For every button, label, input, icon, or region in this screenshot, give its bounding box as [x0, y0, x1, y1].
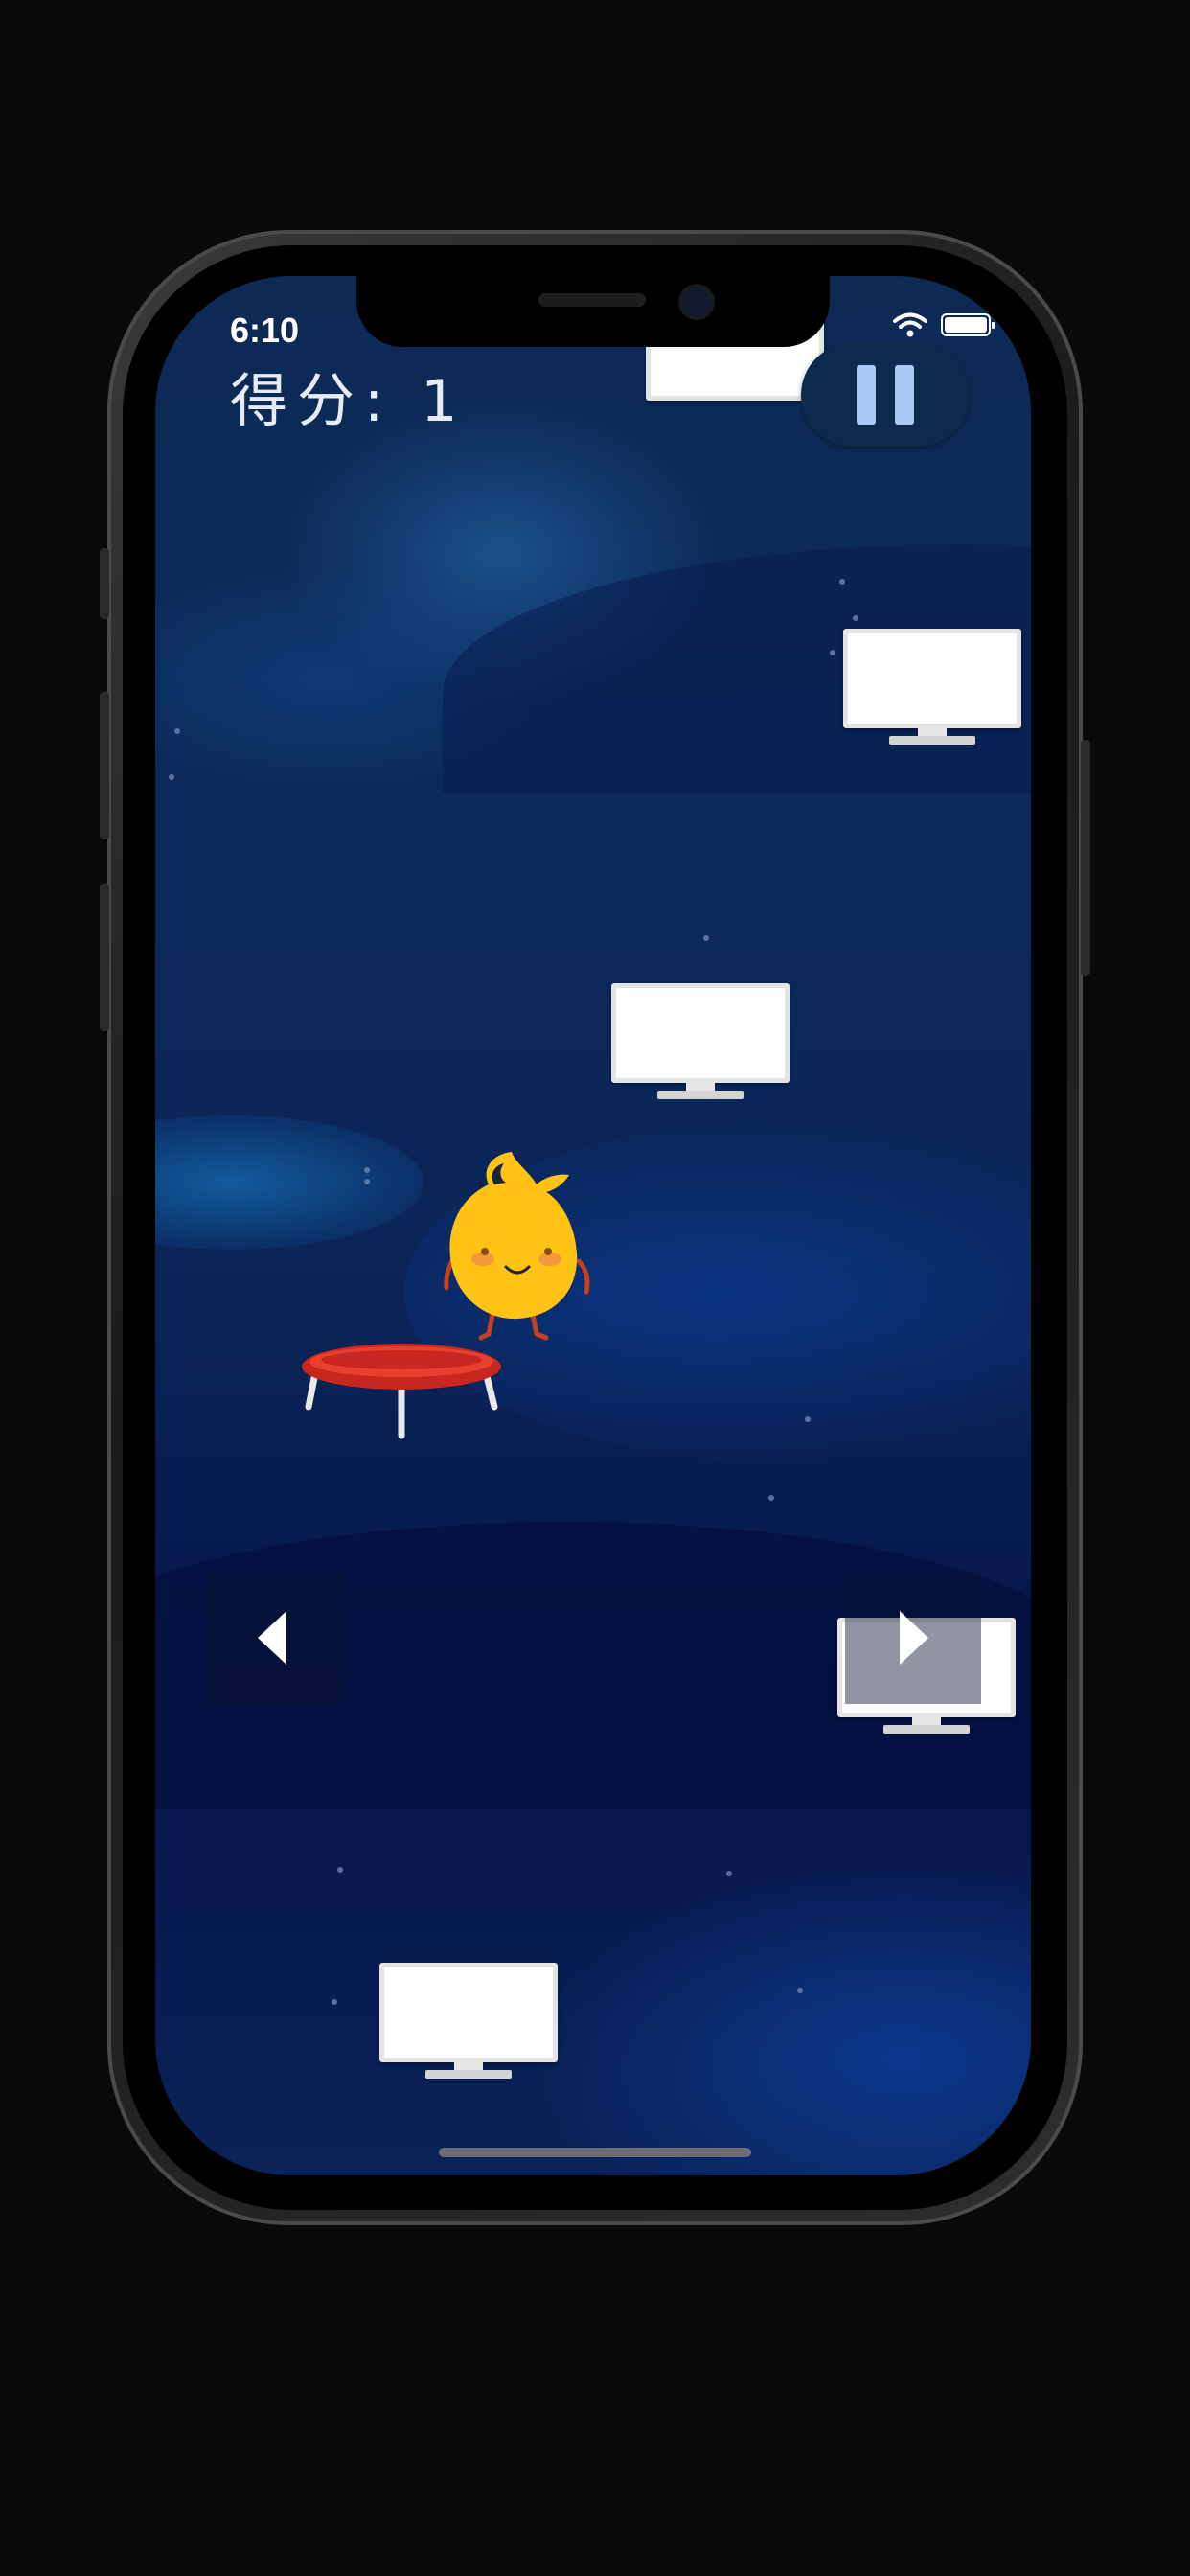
nebula-hill [538, 1867, 1031, 2175]
monitor-base [883, 1725, 970, 1734]
star [703, 935, 709, 941]
star [768, 1495, 774, 1501]
wifi-icon [893, 312, 927, 337]
nebula-cloud [155, 1116, 423, 1250]
right-arrow-icon [900, 1611, 928, 1665]
monitor-base [657, 1091, 744, 1099]
monitor-platform [843, 629, 1021, 748]
monitor-screen [379, 1963, 558, 2062]
status-icons [893, 312, 995, 337]
monitor-screen [843, 629, 1021, 728]
star [364, 1179, 370, 1184]
star [726, 1871, 732, 1876]
star [830, 650, 835, 656]
silent-switch [100, 548, 109, 619]
speaker [538, 293, 646, 307]
score-value: 1 [421, 368, 468, 435]
power-button [1081, 740, 1090, 976]
monitor-platform [379, 1963, 558, 2082]
trampoline [302, 1344, 501, 1439]
star [853, 615, 858, 621]
score-label: 得分: [230, 368, 394, 435]
move-left-button[interactable] [205, 1572, 341, 1704]
star [364, 1167, 370, 1173]
status-time: 6:10 [230, 310, 300, 350]
battery-icon [941, 313, 995, 336]
flame-character [444, 1152, 590, 1341]
pause-icon [857, 365, 876, 425]
star [169, 774, 174, 780]
star [839, 579, 845, 585]
home-indicator[interactable] [439, 2148, 751, 2157]
score-display: 得分: 1 [230, 355, 467, 438]
volume-up-button [100, 692, 109, 840]
monitor-platform [611, 983, 790, 1102]
pause-button[interactable] [801, 343, 970, 447]
star [805, 1416, 811, 1422]
star [337, 1867, 343, 1873]
volume-down-button [100, 884, 109, 1031]
monitor-base [425, 2070, 512, 2079]
star [332, 1999, 337, 2005]
game-screen[interactable]: 得分: 1 6:10 [155, 276, 1031, 2175]
pause-icon [895, 365, 914, 425]
star [174, 728, 180, 734]
monitor-base [889, 736, 975, 745]
front-camera [682, 288, 711, 316]
left-arrow-icon [258, 1611, 286, 1665]
star [797, 1988, 803, 1993]
notch [356, 276, 830, 347]
monitor-platform [646, 305, 824, 462]
move-right-button[interactable] [845, 1572, 981, 1704]
monitor-screen [611, 983, 790, 1083]
